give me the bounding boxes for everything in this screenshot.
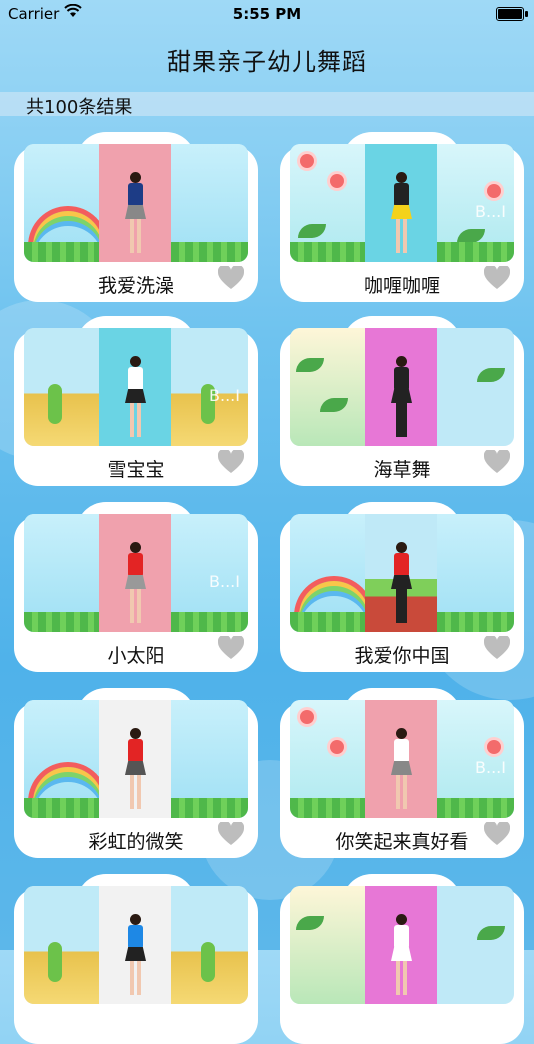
heart-icon[interactable] xyxy=(484,636,510,660)
video-thumbnail[interactable]: B...I xyxy=(24,514,248,632)
heart-icon[interactable] xyxy=(218,450,244,474)
video-card[interactable]: B...I 你笑起来真好看 xyxy=(280,688,524,858)
video-thumbnail[interactable] xyxy=(290,886,514,1004)
video-thumbnail[interactable]: B...I xyxy=(290,700,514,818)
thumbnail-overlay-text: B...I xyxy=(209,386,240,405)
heart-icon[interactable] xyxy=(218,266,244,290)
battery-icon xyxy=(496,7,528,21)
video-card[interactable] xyxy=(280,874,524,1044)
clock: 5:55 PM xyxy=(232,5,302,23)
thumbnail-overlay-text: B...I xyxy=(475,758,506,777)
video-thumbnail[interactable] xyxy=(24,886,248,1004)
thumbnail-overlay-text: B...I xyxy=(209,572,240,591)
page-title: 甜果亲子幼儿舞蹈 xyxy=(167,48,367,76)
video-card[interactable]: 彩虹的微笑 xyxy=(14,688,258,858)
video-thumbnail[interactable] xyxy=(24,144,248,262)
heart-icon[interactable] xyxy=(218,822,244,846)
video-thumbnail[interactable] xyxy=(290,514,514,632)
video-thumbnail[interactable] xyxy=(290,328,514,446)
video-thumbnail[interactable]: B...I xyxy=(290,144,514,262)
video-thumbnail[interactable] xyxy=(24,700,248,818)
video-thumbnail[interactable]: B...I xyxy=(24,328,248,446)
heart-icon[interactable] xyxy=(484,822,510,846)
video-card[interactable]: B...I 咖喱咖喱 xyxy=(280,132,524,302)
video-card[interactable]: B...I 雪宝宝 xyxy=(14,316,258,486)
heart-icon[interactable] xyxy=(484,266,510,290)
video-card[interactable]: 海草舞 xyxy=(280,316,524,486)
heart-icon[interactable] xyxy=(218,636,244,660)
result-count-bar: 共100条结果 xyxy=(0,92,534,118)
result-count: 共100条结果 xyxy=(26,97,133,118)
status-bar: Carrier 5:55 PM xyxy=(0,0,534,28)
video-card[interactable] xyxy=(14,874,258,1044)
heart-icon[interactable] xyxy=(484,450,510,474)
video-card[interactable]: B...I 小太阳 xyxy=(14,502,258,672)
video-card[interactable]: 我爱你中国 xyxy=(280,502,524,672)
thumbnail-overlay-text: B...I xyxy=(475,202,506,221)
video-card[interactable]: 我爱洗澡 xyxy=(14,132,258,302)
